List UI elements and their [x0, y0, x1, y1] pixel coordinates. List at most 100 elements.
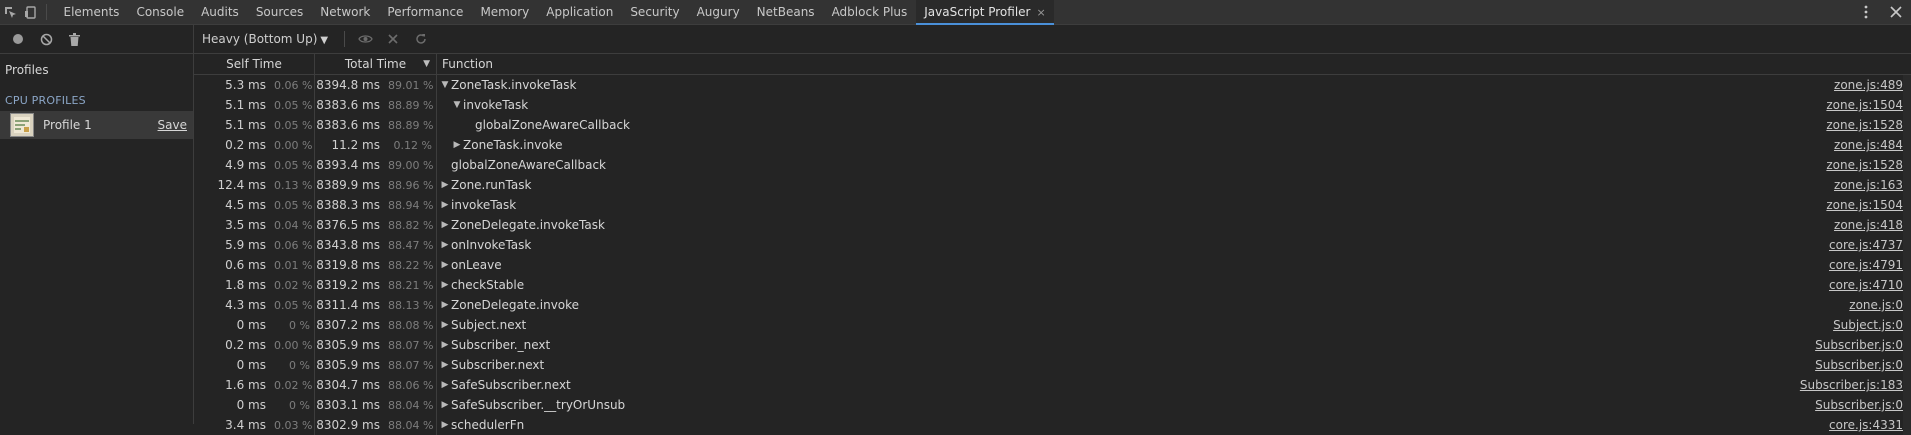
source-link[interactable]: core.js:4737	[1829, 238, 1903, 252]
table-row[interactable]: 4.3 ms 0.05 % 8311.4 ms 88.13 % ▶ ZoneDelegat…	[194, 295, 1911, 315]
total-time-value: 8311.4 ms	[316, 298, 380, 312]
table-row[interactable]: 1.6 ms 0.02 % 8304.7 ms 88.06 % ▶ SafeSubscri…	[194, 375, 1911, 395]
tab-network[interactable]: Network	[312, 0, 379, 24]
table-row[interactable]: 4.9 ms 0.05 % 8393.4 ms 89.00 % globalZoneAw…	[194, 155, 1911, 175]
table-row[interactable]: 4.5 ms 0.05 % 8388.3 ms 88.94 % ▶ invokeTask z…	[194, 195, 1911, 215]
total-time-value: 8376.5 ms	[316, 218, 380, 232]
table-row[interactable]: 1.8 ms 0.02 % 8319.2 ms 88.21 % ▶ checkStable…	[194, 275, 1911, 295]
tab-javascript-profiler[interactable]: JavaScript Profiler ×	[915, 0, 1055, 25]
source-link[interactable]: zone.js:0	[1849, 298, 1903, 312]
table-row[interactable]: 5.3 ms 0.06 % 8394.8 ms 89.01 % ▼ ZoneTask.in…	[194, 75, 1911, 95]
table-row[interactable]: 0.2 ms 0.00 % 8305.9 ms 88.07 % ▶ Subscriber.…	[194, 335, 1911, 355]
collapsed-triangle-icon[interactable]: ▶	[439, 180, 451, 190]
source-link[interactable]: zone.js:489	[1834, 78, 1903, 92]
total-time-cell: 8343.8 ms 88.47 %	[315, 235, 437, 255]
table-row[interactable]: 0 ms 0 % 8305.9 ms 88.07 % ▶ Subscriber.next S…	[194, 355, 1911, 375]
table-row[interactable]: 0 ms 0 % 8307.2 ms 88.08 % ▶ Subject.next Subj…	[194, 315, 1911, 335]
total-time-percent: 89.01 %	[388, 78, 434, 92]
table-row[interactable]: 3.5 ms 0.04 % 8376.5 ms 88.82 % ▶ ZoneDelegat…	[194, 215, 1911, 235]
tab-elements[interactable]: Elements	[55, 0, 128, 24]
source-link[interactable]: Subject.js:0	[1833, 318, 1903, 332]
source-link[interactable]: zone.js:163	[1834, 178, 1903, 192]
tab-security[interactable]: Security	[622, 0, 688, 24]
tab-augury[interactable]: Augury	[688, 0, 748, 24]
table-row[interactable]: 5.1 ms 0.05 % 8383.6 ms 88.89 % ▼ invokeTask z…	[194, 95, 1911, 115]
table-row[interactable]: 5.9 ms 0.06 % 8343.8 ms 88.47 % ▶ onInvokeTas…	[194, 235, 1911, 255]
collapsed-triangle-icon[interactable]: ▶	[451, 140, 463, 150]
source-link[interactable]: zone.js:1528	[1826, 158, 1903, 172]
table-row[interactable]: 5.1 ms 0.05 % 8383.6 ms 88.89 % globalZoneAw…	[194, 115, 1911, 135]
source-link[interactable]: zone.js:1528	[1826, 118, 1903, 132]
table-row[interactable]: 0 ms 0 % 8303.1 ms 88.04 % ▶ SafeSubscriber._…	[194, 395, 1911, 415]
collapsed-triangle-icon[interactable]: ▶	[439, 220, 451, 230]
tab-performance[interactable]: Performance	[379, 0, 472, 24]
source-link[interactable]: zone.js:1504	[1826, 198, 1903, 212]
source-link[interactable]: zone.js:1504	[1826, 98, 1903, 112]
table-row[interactable]: 3.4 ms 0.03 % 8302.9 ms 88.04 % ▶ schedulerFn…	[194, 415, 1911, 435]
source-link[interactable]: Subscriber.js:0	[1815, 338, 1903, 352]
table-row[interactable]: 12.4 ms 0.13 % 8389.9 ms 88.96 % ▶ Zone.runTa…	[194, 175, 1911, 195]
total-time-percent: 88.96 %	[388, 178, 434, 192]
tab-adblock-plus[interactable]: Adblock Plus	[823, 0, 916, 24]
collapsed-triangle-icon[interactable]: ▶	[439, 340, 451, 350]
tab-audits[interactable]: Audits	[193, 0, 248, 24]
devtools-tabbar: Elements Console Audits Sources Network Perfo…	[0, 0, 1911, 25]
total-time-cell: 8383.6 ms 88.89 %	[315, 115, 437, 135]
more-vertical-icon[interactable]	[1851, 0, 1881, 24]
total-time-cell: 8394.8 ms 89.01 %	[315, 75, 437, 95]
collapsed-triangle-icon[interactable]: ▶	[439, 260, 451, 270]
table-row[interactable]: 0.6 ms 0.01 % 8319.8 ms 88.22 % ▶ onLeave core…	[194, 255, 1911, 275]
self-time-percent: 0 %	[289, 318, 310, 332]
tab-close-icon[interactable]: ×	[1036, 6, 1045, 19]
collapsed-triangle-icon[interactable]: ▶	[439, 240, 451, 250]
exclude-icon[interactable]	[379, 25, 407, 53]
trash-icon[interactable]	[60, 25, 88, 53]
function-header[interactable]: Function	[437, 54, 1911, 74]
collapsed-triangle-icon[interactable]: ▶	[439, 320, 451, 330]
tab-netbeans[interactable]: NetBeans	[748, 0, 823, 24]
tab-console[interactable]: Console	[128, 0, 193, 24]
collapsed-triangle-icon[interactable]: ▶	[439, 380, 451, 390]
collapsed-triangle-icon[interactable]: ▶	[439, 400, 451, 410]
total-time-cell: 8307.2 ms 88.08 %	[315, 315, 437, 335]
collapsed-triangle-icon[interactable]: ▶	[439, 200, 451, 210]
eye-icon[interactable]	[351, 25, 379, 53]
self-time-percent: 0.02 %	[274, 278, 313, 292]
source-link[interactable]: Subscriber.js:0	[1815, 358, 1903, 372]
source-link[interactable]: zone.js:484	[1834, 138, 1903, 152]
view-mode-select[interactable]: Heavy (Bottom Up) ▼	[202, 32, 328, 46]
inspect-icon[interactable]	[0, 0, 20, 24]
close-icon[interactable]	[1881, 0, 1911, 24]
profile-list-item[interactable]: Profile 1 Save	[0, 111, 193, 139]
total-time-percent: 88.22 %	[388, 258, 434, 272]
record-icon[interactable]	[4, 25, 32, 53]
save-profile-link[interactable]: Save	[158, 118, 187, 132]
total-time-percent: 88.07 %	[388, 358, 434, 372]
tab-memory[interactable]: Memory	[472, 0, 538, 24]
source-link[interactable]: core.js:4791	[1829, 258, 1903, 272]
tab-sources[interactable]: Sources	[247, 0, 311, 24]
restore-icon[interactable]	[407, 25, 435, 53]
source-link[interactable]: zone.js:418	[1834, 218, 1903, 232]
total-time-cell: 8305.9 ms 88.07 %	[315, 355, 437, 375]
tab-application[interactable]: Application	[538, 0, 622, 24]
function-name: globalZoneAwareCallback	[451, 158, 607, 172]
expanded-triangle-icon[interactable]: ▼	[451, 100, 463, 110]
collapsed-triangle-icon[interactable]: ▶	[439, 420, 451, 430]
collapsed-triangle-icon[interactable]: ▶	[439, 360, 451, 370]
device-toggle-icon[interactable]	[20, 0, 40, 24]
expanded-triangle-icon[interactable]: ▼	[439, 80, 451, 90]
total-time-header[interactable]: Total Time ▼	[315, 54, 437, 74]
source-link[interactable]: core.js:4331	[1829, 418, 1903, 432]
source-link[interactable]: core.js:4710	[1829, 278, 1903, 292]
clear-icon[interactable]	[32, 25, 60, 53]
collapsed-triangle-icon[interactable]: ▶	[439, 280, 451, 290]
collapsed-triangle-icon[interactable]: ▶	[439, 300, 451, 310]
tab-label: Audits	[201, 5, 239, 19]
self-time-header[interactable]: Self Time	[194, 54, 315, 74]
source-link[interactable]: Subscriber.js:0	[1815, 398, 1903, 412]
function-cell: ▶ Zone.runTask zone.js:163	[437, 175, 1911, 195]
source-link[interactable]: Subscriber.js:183	[1800, 378, 1903, 392]
function-cell: ▶ onLeave core.js:4791	[437, 255, 1911, 275]
table-row[interactable]: 0.2 ms 0.00 % 11.2 ms 0.12 % ▶ ZoneTask.invok…	[194, 135, 1911, 155]
